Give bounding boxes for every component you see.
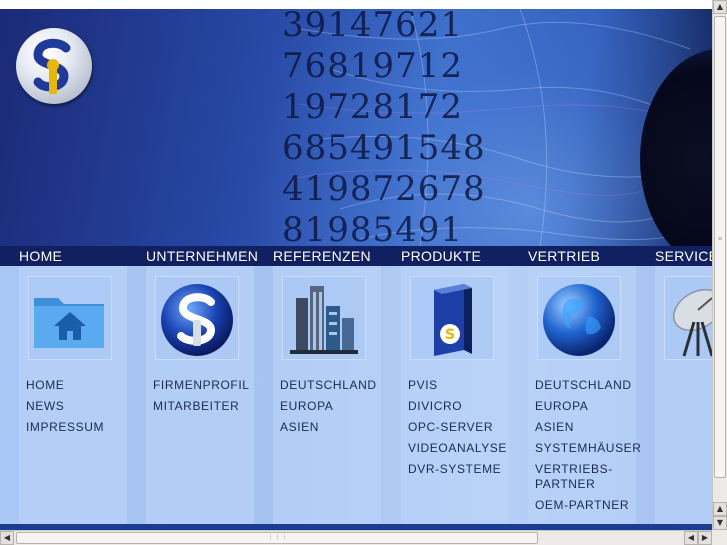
home-folder-icon[interactable] [28, 276, 112, 360]
background-number: 81985491 [282, 210, 464, 246]
svg-text:S: S [445, 327, 455, 343]
s-logo-icon[interactable] [16, 28, 92, 104]
s-globe-graphic [161, 284, 233, 356]
menu-column-referenzen: DEUTSCHLAND EUROPA ASIEN [273, 266, 381, 524]
background-number: 685491548 [282, 128, 486, 168]
menu-list-home: HOME NEWS IMPRESSUM [26, 378, 131, 441]
menu-list-vertrieb: DEUTSCHLAND EUROPA ASIEN SYSTEMHÄUSER VE… [535, 378, 641, 519]
nav-produkte[interactable]: PRODUKTE [401, 246, 481, 266]
background-number: 419872678 [282, 169, 486, 209]
header-banner: 39147621 76819712 19728172 685491548 419… [0, 9, 712, 246]
vertical-scrollbar[interactable]: ▲ ≡ ▲ ▼ [712, 0, 727, 530]
satellite-dish-icon[interactable] [664, 276, 712, 360]
home-folder-graphic [34, 298, 104, 348]
menu-column-home: HOME NEWS IMPRESSUM [19, 266, 127, 524]
main-nav: HOME UNTERNEHMEN REFERENZEN PRODUKTE VER… [0, 246, 712, 266]
nav-home[interactable]: HOME [19, 246, 62, 266]
s-globe-logo-icon[interactable] [155, 276, 239, 360]
background-number-stack: 39147621 76819712 19728172 685491548 419… [282, 9, 486, 246]
menu-link[interactable]: SYSTEMHÄUSER [535, 441, 641, 456]
menu-link[interactable]: DEUTSCHLAND [535, 378, 640, 393]
s-logo-graphic [33, 38, 71, 94]
menu-column-service [655, 266, 712, 524]
menu-list-produkte: PVIS DIVICRO OPC-SERVER VIDEOANALYSE DVR… [408, 378, 513, 483]
menu-link[interactable]: ASIEN [535, 420, 640, 435]
menu-link[interactable]: DEUTSCHLAND [280, 378, 385, 393]
nav-unternehmen[interactable]: UNTERNEHMEN [146, 246, 258, 266]
menu-link[interactable]: MITARBEITER [153, 399, 258, 414]
scroll-up-arrow-icon[interactable]: ▲ [713, 502, 727, 516]
nav-vertrieb[interactable]: VERTRIEB [528, 246, 600, 266]
menu-link[interactable]: IMPRESSUM [26, 420, 131, 435]
nav-service[interactable]: SERVICE [655, 246, 712, 266]
menu-list-referenzen: DEUTSCHLAND EUROPA ASIEN [280, 378, 385, 441]
menu-link[interactable]: OEM-PARTNER [535, 498, 640, 513]
scroll-left-arrow-icon[interactable]: ◀ [0, 531, 14, 545]
menu-column-vertrieb: DEUTSCHLAND EUROPA ASIEN SYSTEMHÄUSER VE… [528, 266, 641, 524]
menu-panel: HOME NEWS IMPRESSUM FIRMENPROFIL MITARBE… [0, 266, 712, 524]
menu-column-produkte: S PVIS DIVICRO OPC-SERVER VIDEOANALYSE D… [401, 266, 509, 524]
earth-globe-graphic [543, 284, 615, 356]
scroll-left-arrow-icon[interactable]: ◀ [684, 531, 698, 545]
satellite-dish-graphic [673, 288, 712, 357]
menu-link[interactable]: FIRMENPROFIL [153, 378, 258, 393]
background-number: 19728172 [282, 87, 464, 127]
scroll-up-arrow-icon[interactable]: ▲ [713, 0, 727, 14]
nav-referenzen[interactable]: REFERENZEN [273, 246, 371, 266]
software-box-icon[interactable]: S [410, 276, 494, 360]
scroll-down-arrow-icon[interactable]: ▼ [713, 516, 727, 530]
menu-link[interactable]: DIVICRO [408, 399, 513, 414]
scrollbar-corner [712, 530, 727, 545]
menu-link[interactable]: DVR-SYSTEME [408, 462, 513, 477]
grip-icon: ≡ [718, 236, 723, 243]
menu-link[interactable]: VERTRIEBS-PARTNER [535, 462, 640, 492]
browser-viewport: 39147621 76819712 19728172 685491548 419… [0, 0, 712, 530]
menu-link[interactable]: EUROPA [535, 399, 640, 414]
scroll-right-arrow-icon[interactable]: ▶ [698, 531, 712, 545]
horizontal-scrollbar[interactable]: ◀ ⋮⋮⋮ ◀ ▶ [0, 530, 712, 545]
menu-link[interactable]: EUROPA [280, 399, 385, 414]
vertical-scroll-thumb[interactable]: ≡ [714, 16, 726, 478]
menu-link[interactable]: VIDEOANALYSE [408, 441, 513, 456]
menu-link[interactable]: ASIEN [280, 420, 385, 435]
menu-link[interactable]: PVIS [408, 378, 513, 393]
menu-link[interactable]: HOME [26, 378, 131, 393]
background-number: 76819712 [282, 46, 464, 86]
top-strip [0, 0, 712, 9]
office-buildings-icon[interactable] [282, 276, 366, 360]
earth-globe-icon[interactable] [537, 276, 621, 360]
grip-icon: ⋮⋮⋮ [267, 534, 288, 541]
horizontal-scroll-thumb[interactable]: ⋮⋮⋮ [16, 532, 538, 544]
software-box-graphic: S [434, 284, 472, 356]
menu-list-unternehmen: FIRMENPROFIL MITARBEITER [153, 378, 258, 420]
background-number: 39147621 [282, 9, 464, 45]
menu-link[interactable]: NEWS [26, 399, 131, 414]
buildings-graphic [290, 286, 358, 354]
menu-column-unternehmen: FIRMENPROFIL MITARBEITER [146, 266, 254, 524]
menu-link[interactable]: OPC-SERVER [408, 420, 513, 435]
